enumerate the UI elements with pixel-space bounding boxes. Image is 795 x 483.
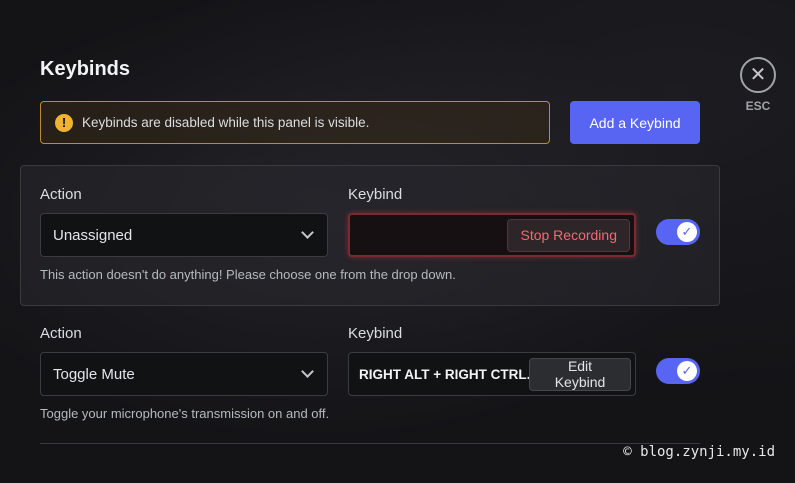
chevron-down-icon xyxy=(301,226,314,239)
page-title: Keybinds xyxy=(40,58,131,80)
action-select[interactable]: Toggle Mute xyxy=(40,352,328,396)
action-description: Toggle your microphone's transmission on… xyxy=(40,406,330,421)
close-control[interactable]: ✕ ESC xyxy=(740,57,776,113)
keybind-enabled-toggle[interactable]: ✓ xyxy=(656,358,700,384)
action-label: Action xyxy=(40,186,82,203)
check-icon: ✓ xyxy=(677,361,697,381)
check-icon: ✓ xyxy=(677,222,697,242)
action-select-value: Toggle Mute xyxy=(53,365,135,383)
close-icon[interactable]: ✕ xyxy=(740,57,776,93)
keybinds-settings-panel: Keybinds ! Keybinds are disabled while t… xyxy=(0,0,795,483)
esc-label: ESC xyxy=(745,99,771,113)
action-label: Action xyxy=(40,325,82,342)
keybind-row: Action Toggle Mute Keybind RIGHT ALT + R… xyxy=(20,305,720,445)
keybind-label: Keybind xyxy=(348,325,403,342)
edit-keybind-button[interactable]: Edit Keybind xyxy=(529,357,631,391)
keybind-label: Keybind xyxy=(348,186,403,203)
action-select-value: Unassigned xyxy=(53,226,133,244)
warning-text: Keybinds are disabled while this panel i… xyxy=(82,115,370,130)
keybinds-disabled-warning: ! Keybinds are disabled while this panel… xyxy=(40,101,550,144)
keybind-enabled-toggle[interactable]: ✓ xyxy=(656,219,700,245)
keybind-row: Action Unassigned Keybind Stop Recording… xyxy=(20,165,720,306)
chevron-down-icon xyxy=(301,365,314,378)
action-description: This action doesn't do anything! Please … xyxy=(40,267,456,282)
keybind-value: RIGHT ALT + RIGHT CTRL... xyxy=(359,366,529,382)
action-select[interactable]: Unassigned xyxy=(40,213,328,257)
warning-icon: ! xyxy=(55,113,73,132)
divider xyxy=(40,443,700,444)
watermark: © blog.zynji.my.id xyxy=(623,444,775,460)
keybind-recorder[interactable]: RIGHT ALT + RIGHT CTRL... Edit Keybind xyxy=(348,352,636,396)
keybind-recorder[interactable]: Stop Recording xyxy=(348,213,636,257)
add-keybind-button[interactable]: Add a Keybind xyxy=(570,101,700,144)
stop-recording-button[interactable]: Stop Recording xyxy=(507,218,630,252)
